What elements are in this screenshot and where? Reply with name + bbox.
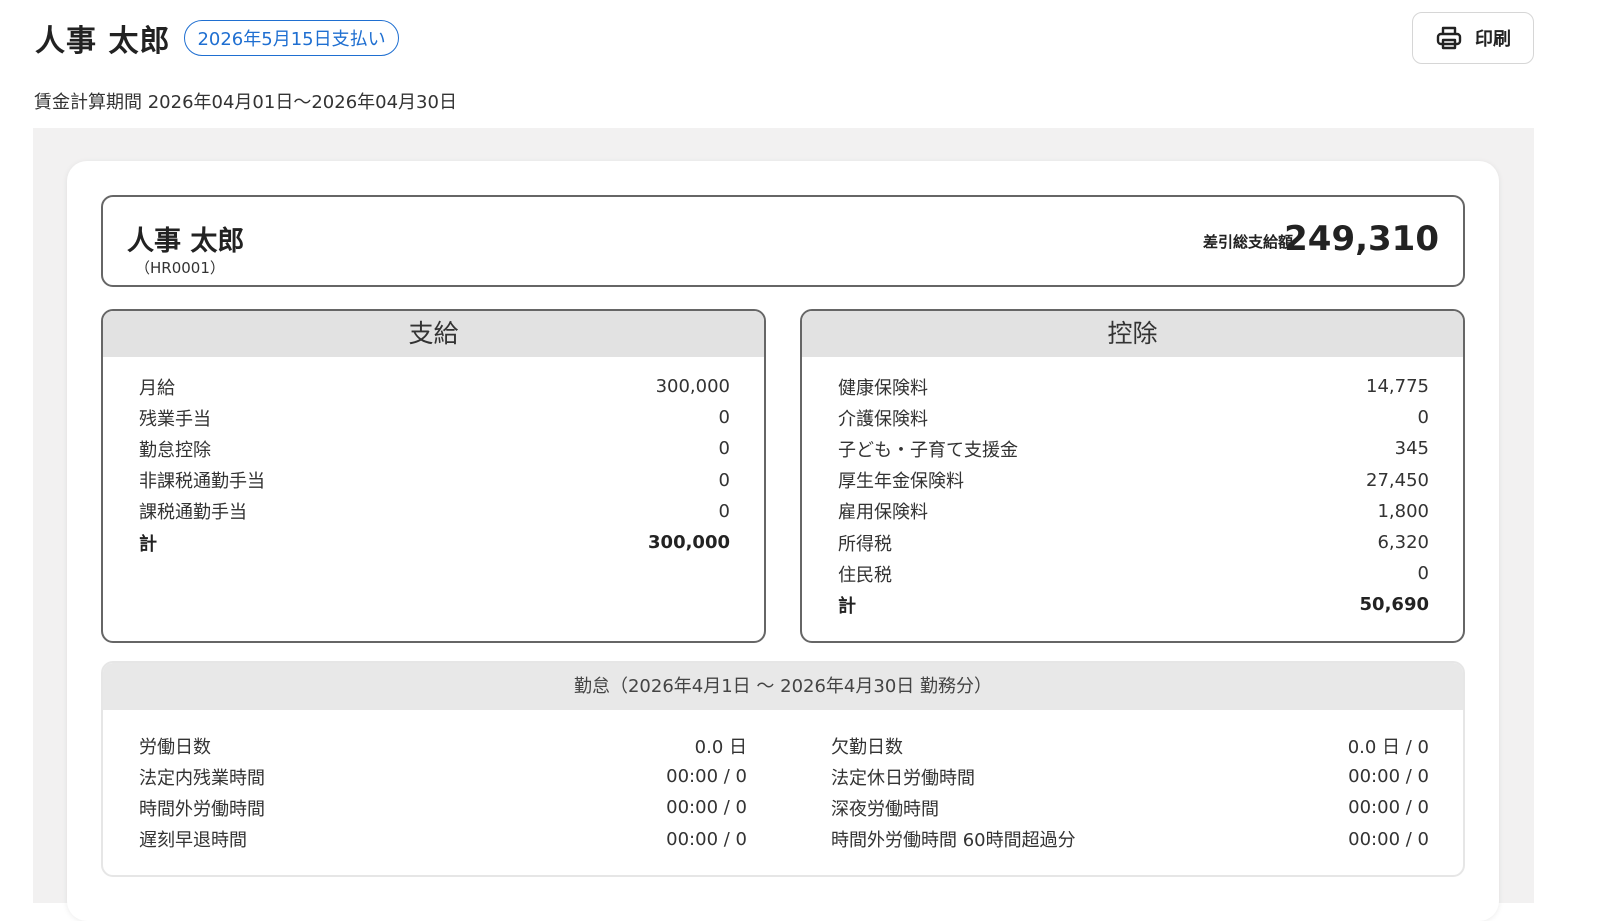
deduction-value: 27,450 [1366,469,1429,491]
attendance-row: 欠勤日数 0.0 日 / 0 [831,730,1429,761]
deduction-total-label: 計 [838,595,856,617]
pay-date-badge: 2026年5月15日支払い [184,20,399,56]
deduction-label: 子ども・子育て支援金 [838,439,1018,461]
deduction-value: 14,775 [1366,376,1429,398]
print-button-label: 印刷 [1475,29,1511,49]
deduction-total-row: 計 50,690 [838,589,1429,620]
deduction-label: 住民税 [838,564,892,586]
attendance-panel: 勤怠（2026年4月1日 〜 2026年4月30日 勤務分） 労働日数 0.0 … [101,661,1465,877]
payslip-preview-area: 人事 太郎 （HR0001） 差引総支給額 249,310 支給 月給 300,… [33,128,1534,921]
attendance-label: 深夜労働時間 [831,798,939,820]
attendance-value: 00:00 / 0 [666,828,747,850]
attendance-value: 0.0 日 [694,736,747,758]
payment-row: 勤怠控除 0 [139,433,730,464]
deduction-row: 健康保険料 14,775 [838,371,1429,402]
attendance-title: 勤怠（2026年4月1日 〜 2026年4月30日 勤務分） [103,663,1463,710]
attendance-value: 00:00 / 0 [1348,797,1429,819]
printer-icon [1435,24,1463,52]
employee-code: （HR0001） [135,259,225,277]
deduction-row: 介護保険料 0 [838,402,1429,433]
deduction-value: 6,320 [1377,532,1429,554]
deduction-row: 所得税 6,320 [838,527,1429,558]
attendance-label: 労働日数 [139,736,211,758]
attendance-row: 時間外労働時間 60時間超過分 00:00 / 0 [831,824,1429,855]
deduction-value: 0 [1417,563,1429,585]
payment-row: 課税通勤手当 0 [139,496,730,527]
attendance-value: 00:00 / 0 [666,766,747,788]
attendance-value: 00:00 / 0 [666,797,747,819]
deduction-total-value: 50,690 [1359,594,1429,616]
employee-name: 人事 太郎 [35,24,171,59]
pay-period: 賃金計算期間 2026年04月01日〜2026年04月30日 [34,92,457,113]
payment-row: 残業手当 0 [139,402,730,433]
deduction-value: 345 [1394,438,1429,460]
print-button[interactable]: 印刷 [1412,12,1534,64]
payment-total-label: 計 [139,533,157,555]
deduction-row: 厚生年金保険料 27,450 [838,465,1429,496]
attendance-value: 0.0 日 / 0 [1347,736,1429,758]
attendance-row: 時間外労働時間 00:00 / 0 [139,792,747,823]
payment-total-row: 計 300,000 [139,527,730,558]
attendance-value: 00:00 / 0 [1348,828,1429,850]
payslip-summary: 人事 太郎 （HR0001） 差引総支給額 249,310 [101,195,1465,287]
attendance-left-column: 労働日数 0.0 日 法定内残業時間 00:00 / 0 時間外労働時間 00:… [103,730,783,855]
page-header: 人事 太郎 2026年5月15日支払い [35,14,1600,62]
payment-value: 0 [718,438,730,460]
attendance-label: 遅刻早退時間 [139,830,247,852]
attendance-row: 法定内残業時間 00:00 / 0 [139,761,747,792]
attendance-row: 深夜労働時間 00:00 / 0 [831,792,1429,823]
payment-value: 300,000 [655,376,730,398]
deduction-label: 健康保険料 [838,377,928,399]
payment-row: 月給 300,000 [139,371,730,402]
payment-label: 課税通勤手当 [139,502,247,524]
attendance-label: 時間外労働時間 60時間超過分 [831,830,1076,852]
payment-value: 0 [718,500,730,522]
attendance-row: 遅刻早退時間 00:00 / 0 [139,824,747,855]
deduction-label: 雇用保険料 [838,502,928,524]
deduction-row: 雇用保険料 1,800 [838,496,1429,527]
deduction-label: 厚生年金保険料 [838,471,964,493]
attendance-row: 法定休日労働時間 00:00 / 0 [831,761,1429,792]
attendance-row: 労働日数 0.0 日 [139,730,747,761]
deduction-row: 住民税 0 [838,558,1429,589]
deduction-value: 1,800 [1377,500,1429,522]
payment-label: 残業手当 [139,408,211,430]
payments-title: 支給 [103,311,764,357]
attendance-label: 時間外労働時間 [139,798,265,820]
deduction-label: 介護保険料 [838,408,928,430]
attendance-label: 欠勤日数 [831,736,903,758]
deduction-row: 子ども・子育て支援金 345 [838,433,1429,464]
payment-value: 0 [718,407,730,429]
deductions-title: 控除 [802,311,1463,357]
payment-value: 0 [718,469,730,491]
net-pay-value: 249,310 [1284,219,1439,259]
payments-panel: 支給 月給 300,000 残業手当 0 勤怠控除 0 非課税通勤手当 0 課税… [101,309,766,643]
payment-label: 勤怠控除 [139,439,211,461]
payslip-paper: 人事 太郎 （HR0001） 差引総支給額 249,310 支給 月給 300,… [67,161,1499,921]
attendance-right-column: 欠勤日数 0.0 日 / 0 法定休日労働時間 00:00 / 0 深夜労働時間… [783,730,1463,855]
summary-employee-name: 人事 太郎 [127,226,245,257]
deduction-value: 0 [1417,407,1429,429]
attendance-label: 法定内残業時間 [139,767,265,789]
deduction-label: 所得税 [838,533,892,555]
payment-label: 非課税通勤手当 [139,471,265,493]
payment-total-value: 300,000 [648,532,730,554]
net-pay-label: 差引総支給額 [1202,233,1293,251]
deductions-panel: 控除 健康保険料 14,775 介護保険料 0 子ども・子育て支援金 345 厚… [800,309,1465,643]
payment-label: 月給 [139,377,175,399]
attendance-value: 00:00 / 0 [1348,766,1429,788]
payment-row: 非課税通勤手当 0 [139,465,730,496]
attendance-label: 法定休日労働時間 [831,767,975,789]
